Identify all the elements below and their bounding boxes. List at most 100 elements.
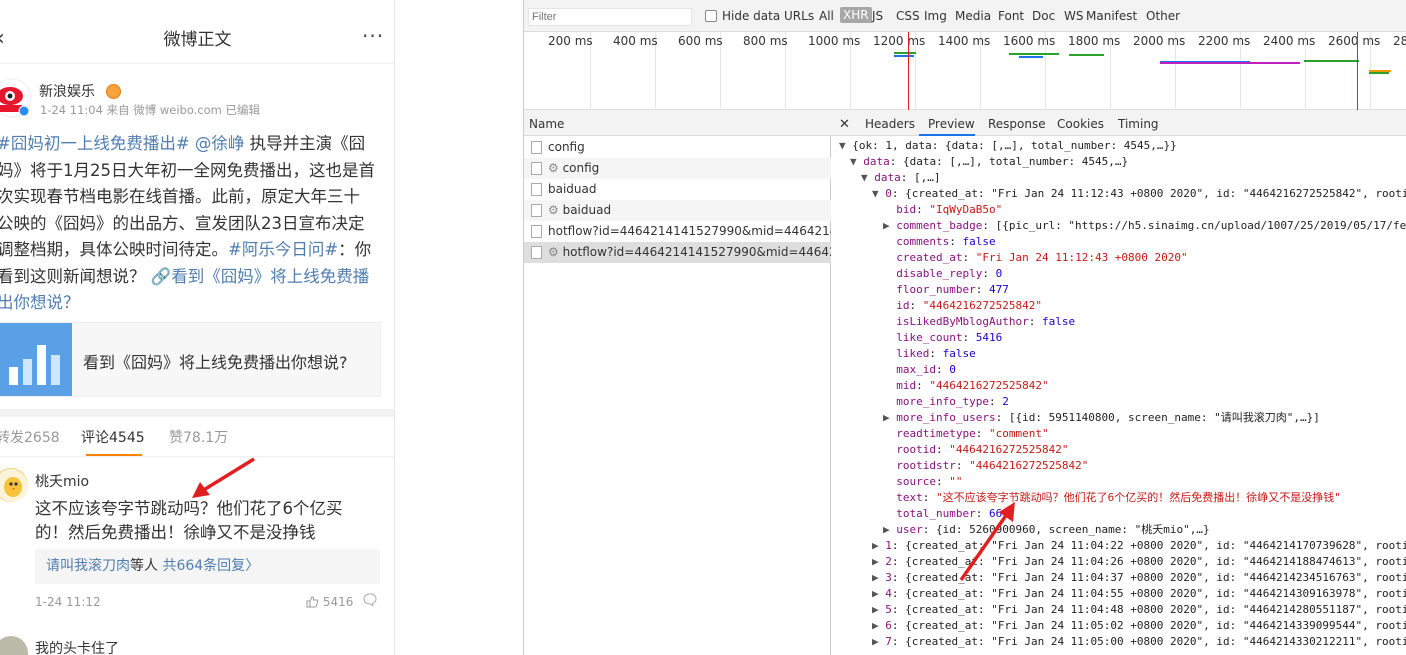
json-line: like_count: 5416 [896, 331, 1003, 344]
replies-summary[interactable]: 请叫我滚刀肉等人 共664条回复〉 [35, 549, 380, 584]
type-filter-doc[interactable]: Doc [1032, 9, 1055, 23]
expand-down-icon[interactable]: ▼ [861, 171, 868, 184]
expand-down-icon[interactable]: ▼ [872, 187, 879, 200]
json-line[interactable]: ▼ data: [,…] [861, 170, 941, 186]
json-line[interactable]: ▶ user: {id: 5260900960, screen_name: "桃… [883, 522, 1210, 538]
link-card[interactable]: 看到《囧妈》将上线免费播出你想说? [0, 322, 381, 397]
expand-right-icon[interactable]: ▶ [872, 603, 879, 616]
tick-label: 1200 ms [873, 34, 926, 48]
row-checkbox[interactable] [531, 141, 542, 154]
expand-right-icon[interactable]: ▶ [872, 555, 879, 568]
reply-count-link[interactable]: 共664条回复 [162, 558, 245, 574]
author-name[interactable]: 新浪娱乐 [39, 81, 95, 101]
name-column-header[interactable]: Name [524, 110, 831, 136]
comment-bubble-icon[interactable] [363, 593, 377, 610]
tab-cookies[interactable]: Cookies [1057, 117, 1104, 131]
json-line[interactable]: ▼ 0: {created_at: "Fri Jan 24 11:12:43 +… [872, 186, 1406, 202]
author-avatar[interactable] [0, 78, 32, 118]
post-body-line: 次实现春节档电影在线首播。此前，原定大年三十 [0, 184, 392, 211]
json-line[interactable]: ▶ 6: {created_at: "Fri Jan 24 11:05:02 +… [872, 618, 1406, 634]
json-line[interactable]: ▶ 3: {created_at: "Fri Jan 24 11:04:37 +… [872, 570, 1406, 586]
tab-reposts[interactable]: 转发2658 [0, 427, 60, 447]
row-checkbox[interactable] [531, 183, 542, 196]
tab-headers[interactable]: Headers [865, 117, 915, 131]
chevron-right-icon: 〉 [245, 558, 260, 574]
request-name-text: hotflow?id=4464214141527990&mid=44642141… [548, 224, 831, 238]
commenter-name[interactable]: 我的头卡住了 [35, 638, 119, 655]
commenter-avatar[interactable] [0, 636, 28, 655]
close-detail-icon[interactable]: ✕ [839, 117, 850, 132]
expand-right-icon[interactable]: ▶ [872, 539, 879, 552]
request-row[interactable]: config [524, 137, 831, 158]
expand-right-icon[interactable]: ▶ [883, 219, 890, 232]
type-filter-other[interactable]: Other [1146, 9, 1180, 23]
filter-input[interactable] [528, 8, 692, 26]
post-link[interactable]: 🔗看到《囧妈》将上线免费播 [151, 267, 370, 286]
expand-right-icon[interactable]: ▶ [883, 523, 890, 536]
row-checkbox[interactable] [531, 225, 542, 238]
json-line[interactable]: ▼ data: {data: [,…], total_number: 4545,… [850, 154, 1128, 170]
tab-preview[interactable]: Preview [928, 117, 975, 131]
expand-down-icon[interactable]: ▼ [839, 139, 846, 152]
type-filter-font[interactable]: Font [998, 9, 1024, 23]
expand-right-icon[interactable]: ▶ [872, 587, 879, 600]
post-text: 次实现春节档电影在线首播。此前，原定大年三十 [0, 187, 360, 206]
expand-right-icon[interactable]: ▶ [872, 619, 879, 632]
json-line[interactable]: ▶ 1: {created_at: "Fri Jan 24 11:04:22 +… [872, 538, 1406, 554]
json-line[interactable]: ▶ comment_badge: [{pic_url: "https://h5.… [883, 218, 1406, 234]
type-filter-css[interactable]: CSS [896, 9, 920, 23]
request-list: Name config ⚙ config baiduad ⚙ baiduad hotfl… [524, 110, 831, 655]
json-line[interactable]: ▶ more_info_users: [{id: 5951140800, scr… [883, 410, 1320, 426]
type-filter-manifest[interactable]: Manifest [1086, 9, 1137, 23]
reply-user-link[interactable]: 请叫我滚刀肉 [46, 558, 130, 574]
json-line[interactable]: ▶ 2: {created_at: "Fri Jan 24 11:04:26 +… [872, 554, 1406, 570]
json-key: 4 [885, 587, 892, 600]
expand-right-icon[interactable]: ▶ [872, 571, 879, 584]
json-line[interactable]: ▶ 4: {created_at: "Fri Jan 24 11:04:55 +… [872, 586, 1406, 602]
json-line[interactable]: ▼ {ok: 1, data: {data: [,…], total_numbe… [839, 138, 1177, 154]
more-dots-icon[interactable]: ··· [362, 24, 384, 48]
hide-data-urls-checkbox[interactable] [705, 10, 717, 22]
type-filter-xhr[interactable]: XHR [840, 7, 872, 23]
json-line[interactable]: ▶ 5: {created_at: "Fri Jan 24 11:04:48 +… [872, 602, 1406, 618]
expand-right-icon[interactable]: ▶ [872, 635, 879, 648]
type-filter-all[interactable]: All [819, 9, 834, 23]
row-checkbox[interactable] [531, 162, 542, 175]
tab-timing[interactable]: Timing [1118, 117, 1159, 131]
tick-label: 600 ms [678, 34, 723, 48]
row-checkbox[interactable] [531, 204, 542, 217]
json-key: comment_badge [896, 219, 983, 232]
tab-likes[interactable]: 赞78.1万 [169, 427, 228, 447]
json-key: liked [896, 347, 930, 360]
type-filter-media[interactable]: Media [955, 9, 991, 23]
commenter-avatar[interactable] [0, 468, 28, 502]
json-line[interactable]: ▶ 7: {created_at: "Fri Jan 24 11:05:00 +… [872, 634, 1406, 650]
json-key: readtimetype [896, 427, 976, 440]
expand-down-icon[interactable]: ▼ [850, 155, 857, 168]
row-checkbox[interactable] [531, 246, 542, 259]
json-summary: : [{pic_url: "https://h5.sinaimg.cn/uplo… [982, 219, 1406, 232]
tab-comments[interactable]: 评论4545 [81, 427, 145, 447]
request-name-text: hotflow?id=4464214141527990&mid=4464214.… [562, 245, 831, 259]
post-link[interactable]: @徐峥 [195, 134, 245, 153]
request-row[interactable]: baiduad [524, 179, 831, 200]
commenter-name[interactable]: 桃夭mio [35, 471, 89, 491]
request-name: hotflow?id=4464214141527990&mid=44642141… [548, 221, 831, 242]
post-link[interactable]: #囧妈初一上线免费播出# [0, 134, 190, 153]
type-filter-ws[interactable]: WS [1064, 9, 1083, 23]
json-summary: : {created_at: "Fri Jan 24 11:05:02 +080… [891, 619, 1406, 632]
type-filter-img[interactable]: Img [924, 9, 947, 23]
like-button[interactable]: 5416 [306, 595, 353, 609]
post-link[interactable]: 出你想说？ [0, 293, 80, 312]
tab-response[interactable]: Response [988, 117, 1046, 131]
post-link[interactable]: #阿乐今日问# [228, 240, 338, 259]
tick-label: 1600 ms [1003, 34, 1056, 48]
expand-right-icon[interactable]: ▶ [883, 411, 890, 424]
json-line: more_info_type: 2 [896, 395, 1009, 408]
request-row[interactable]: ⚙ hotflow?id=4464214141527990&mid=446421… [524, 242, 831, 263]
request-row[interactable]: ⚙ baiduad [524, 200, 831, 221]
request-row[interactable]: hotflow?id=4464214141527990&mid=44642141… [524, 221, 831, 242]
hide-data-urls-label: Hide data URLs [722, 9, 815, 23]
type-filter-js[interactable]: JS [872, 9, 883, 23]
request-row[interactable]: ⚙ config [524, 158, 831, 179]
